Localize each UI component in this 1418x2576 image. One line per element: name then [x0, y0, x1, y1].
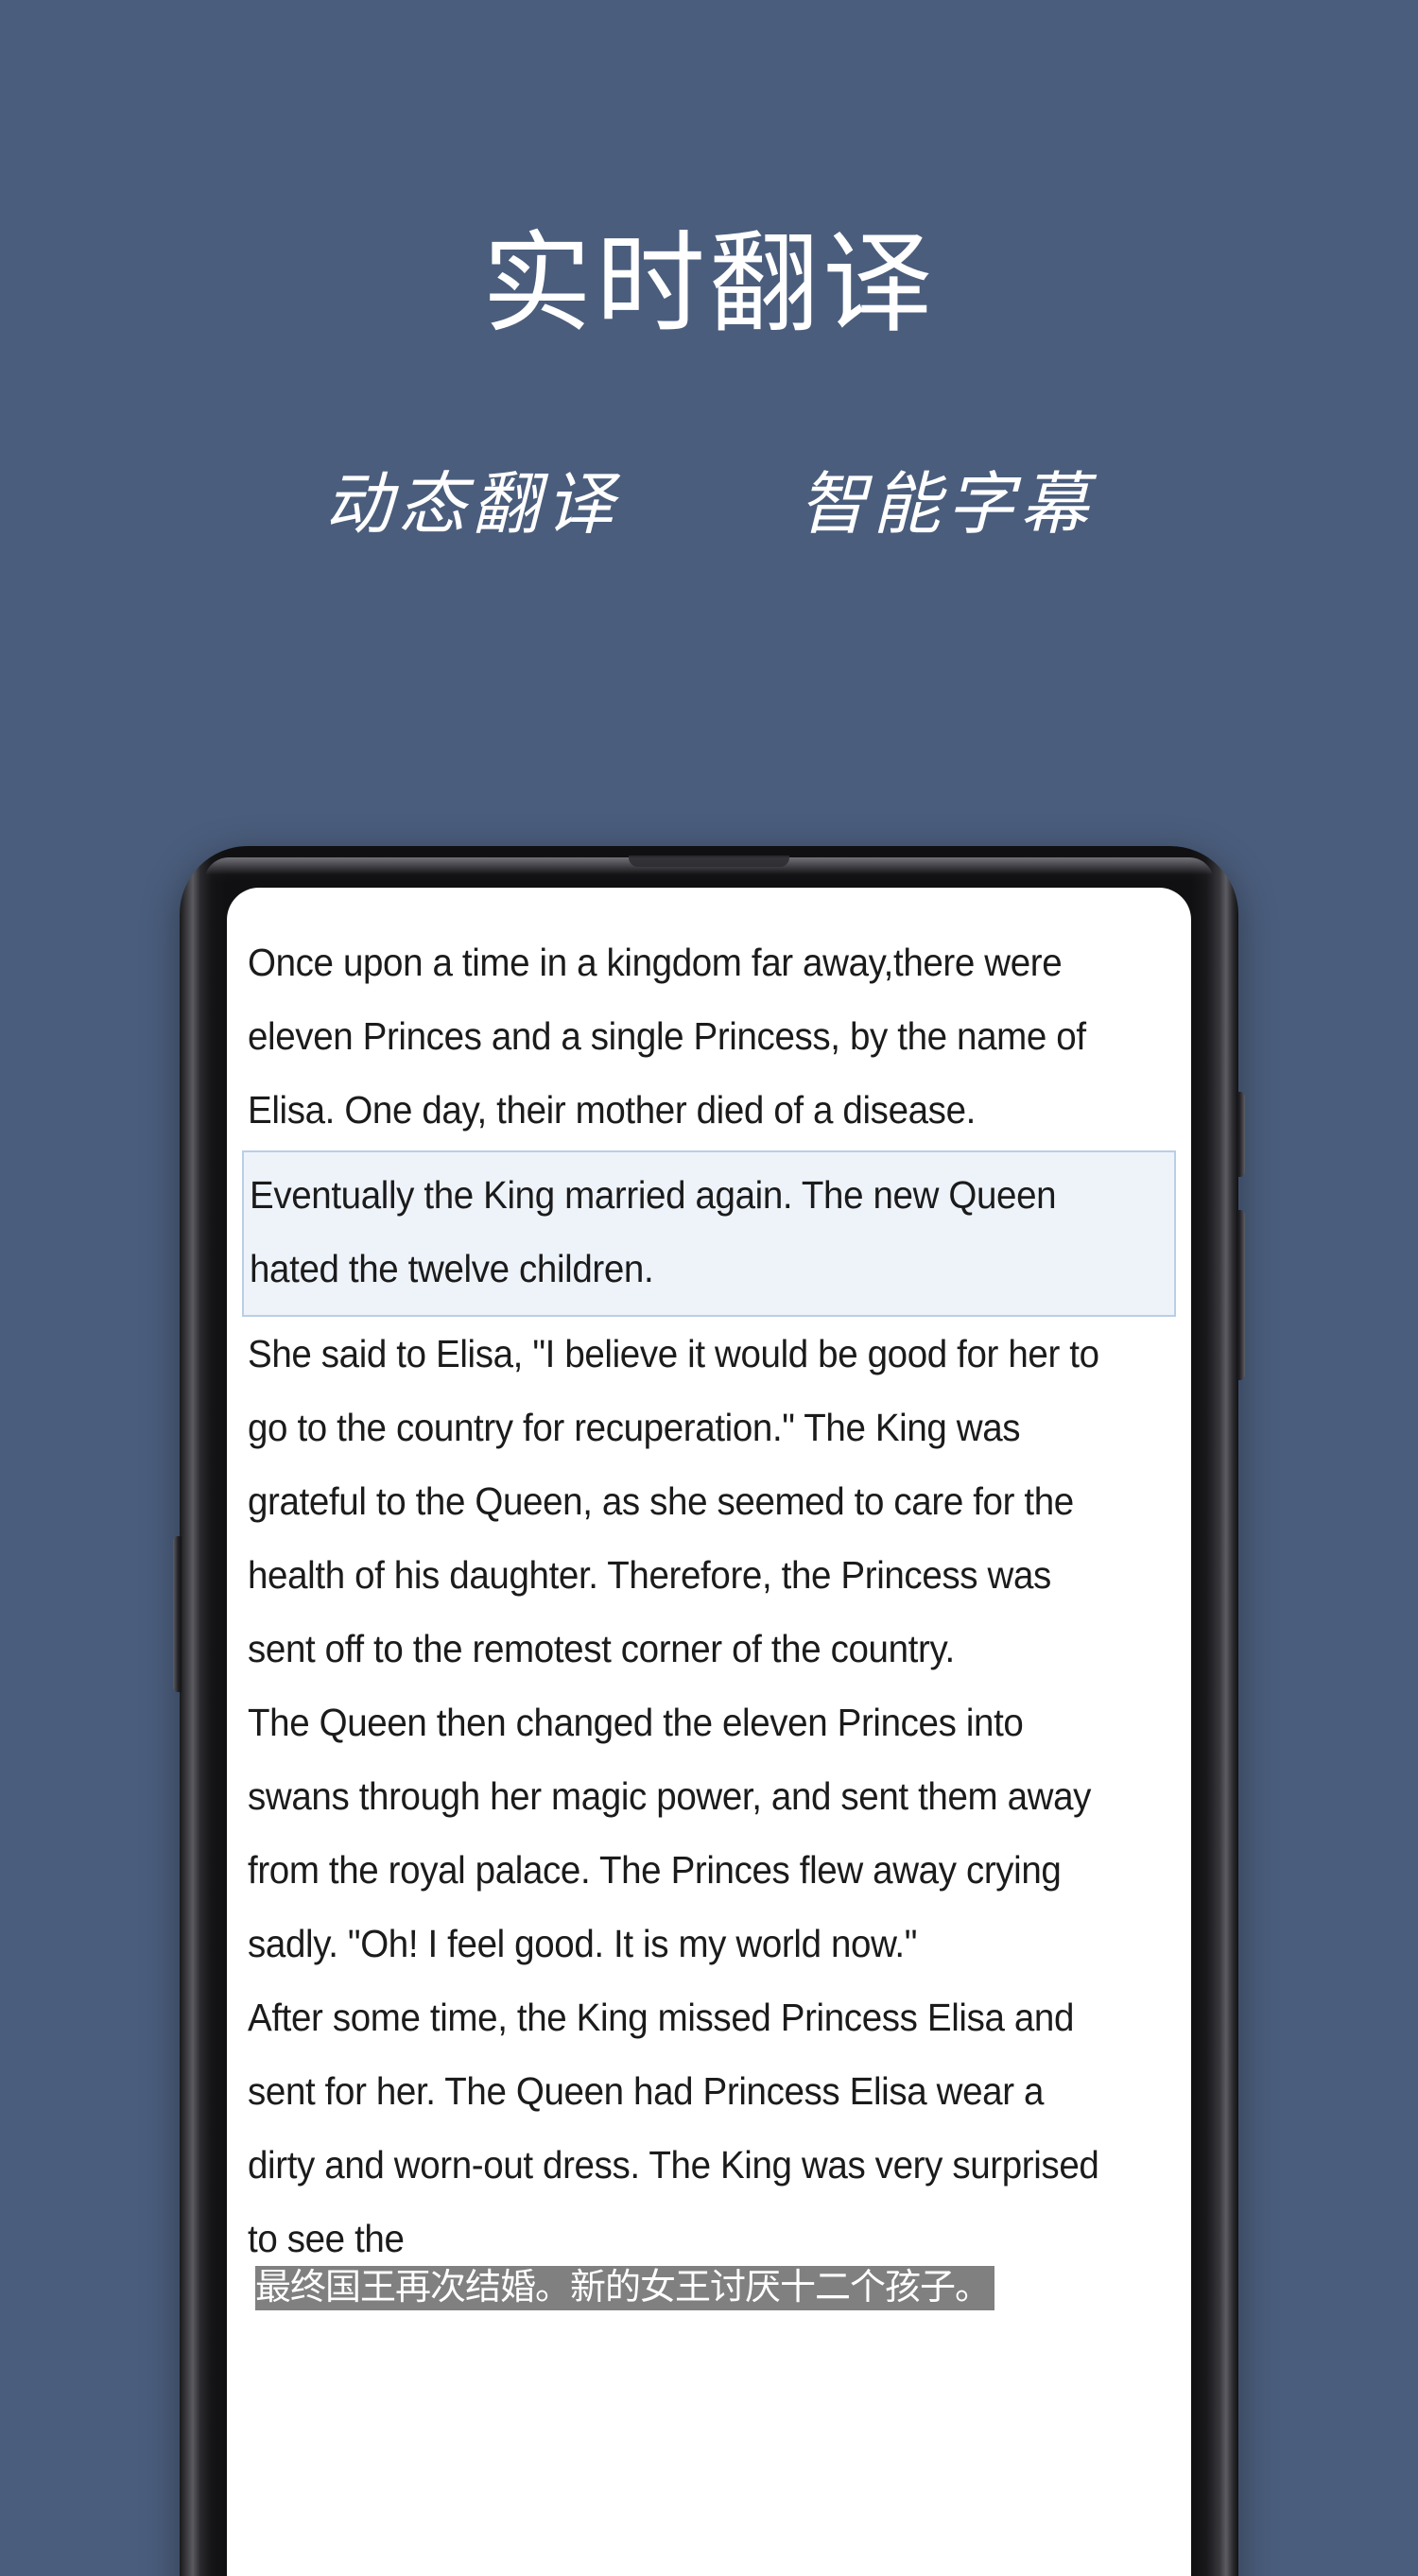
- hero-section: 实时翻译 动态翻译 智能字幕: [0, 0, 1418, 832]
- reader-document: Once upon a time in a kingdom far away,t…: [227, 888, 1191, 2275]
- hero-subtitle-smart-subtitles: 智能字幕: [799, 467, 1095, 543]
- phone-volume-down-button[interactable]: [1236, 1210, 1245, 1380]
- phone-mockup: Once upon a time in a kingdom far away,t…: [173, 846, 1245, 2576]
- phone-earpiece-notch: [629, 856, 789, 867]
- phone-screen[interactable]: Once upon a time in a kingdom far away,t…: [227, 888, 1191, 2576]
- phone-volume-up-button[interactable]: [1236, 1092, 1245, 1177]
- document-paragraph-4: After some time, the King missed Princes…: [248, 1996, 1099, 2260]
- document-paragraph-1: Once upon a time in a kingdom far away,t…: [248, 941, 1086, 1132]
- page-title: 实时翻译: [482, 222, 936, 345]
- highlighted-source-text: Eventually the King married again. The n…: [250, 1173, 1057, 1290]
- hero-subtitle-row: 动态翻译 智能字幕: [0, 471, 1418, 539]
- translation-source-highlight[interactable]: Eventually the King married again. The n…: [242, 1150, 1176, 1317]
- document-paragraph-2: She said to Elisa, "I believe it would b…: [248, 1332, 1099, 1670]
- hero-subtitle-dynamic-translation: 动态翻译: [323, 467, 619, 543]
- translation-result-overlay[interactable]: 最终国王再次结婚。新的女王讨厌十二个孩子。: [255, 2266, 994, 2310]
- phone-power-button[interactable]: [173, 1536, 182, 1692]
- document-paragraph-3: The Queen then changed the eleven Prince…: [248, 1701, 1092, 1965]
